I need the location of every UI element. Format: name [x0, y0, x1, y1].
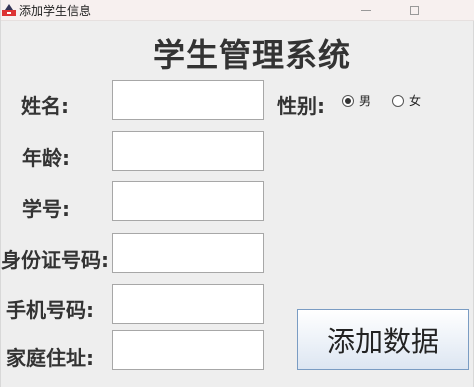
female-label: 女	[409, 94, 422, 108]
page-title: 学生管理系统	[152, 36, 351, 74]
name-input[interactable]	[112, 80, 264, 120]
minimize-icon[interactable]	[343, 0, 389, 20]
female-radio[interactable]	[392, 94, 404, 107]
phone-input[interactable]	[112, 284, 264, 324]
address-label: 家庭住址:	[6, 346, 94, 370]
gender-option-female[interactable]: 女	[392, 92, 421, 109]
male-radio[interactable]	[342, 94, 354, 107]
id-card-label: 身份证号码:	[1, 248, 109, 272]
student-id-label: 学号:	[22, 197, 70, 221]
title-bar[interactable]: 添加学生信息	[1, 0, 474, 21]
age-input[interactable]	[112, 131, 264, 171]
add-student-window: 添加学生信息 学生管理系统 姓名: 性别: 男 女 年龄: 学号: 身份证号码:…	[0, 0, 474, 387]
student-id-input[interactable]	[112, 181, 264, 221]
id-card-input[interactable]	[112, 233, 264, 273]
window-title: 添加学生信息	[19, 4, 92, 18]
age-label: 年龄:	[22, 146, 70, 170]
phone-label: 手机号码:	[6, 298, 94, 322]
maximize-icon[interactable]	[391, 0, 437, 20]
name-label: 姓名:	[21, 94, 69, 118]
java-app-icon	[2, 4, 16, 16]
gender-option-male[interactable]: 男	[342, 92, 371, 109]
gender-label: 性别:	[277, 94, 325, 118]
male-label: 男	[359, 94, 372, 108]
address-input[interactable]	[112, 330, 264, 370]
add-data-button[interactable]: 添加数据	[297, 309, 469, 370]
